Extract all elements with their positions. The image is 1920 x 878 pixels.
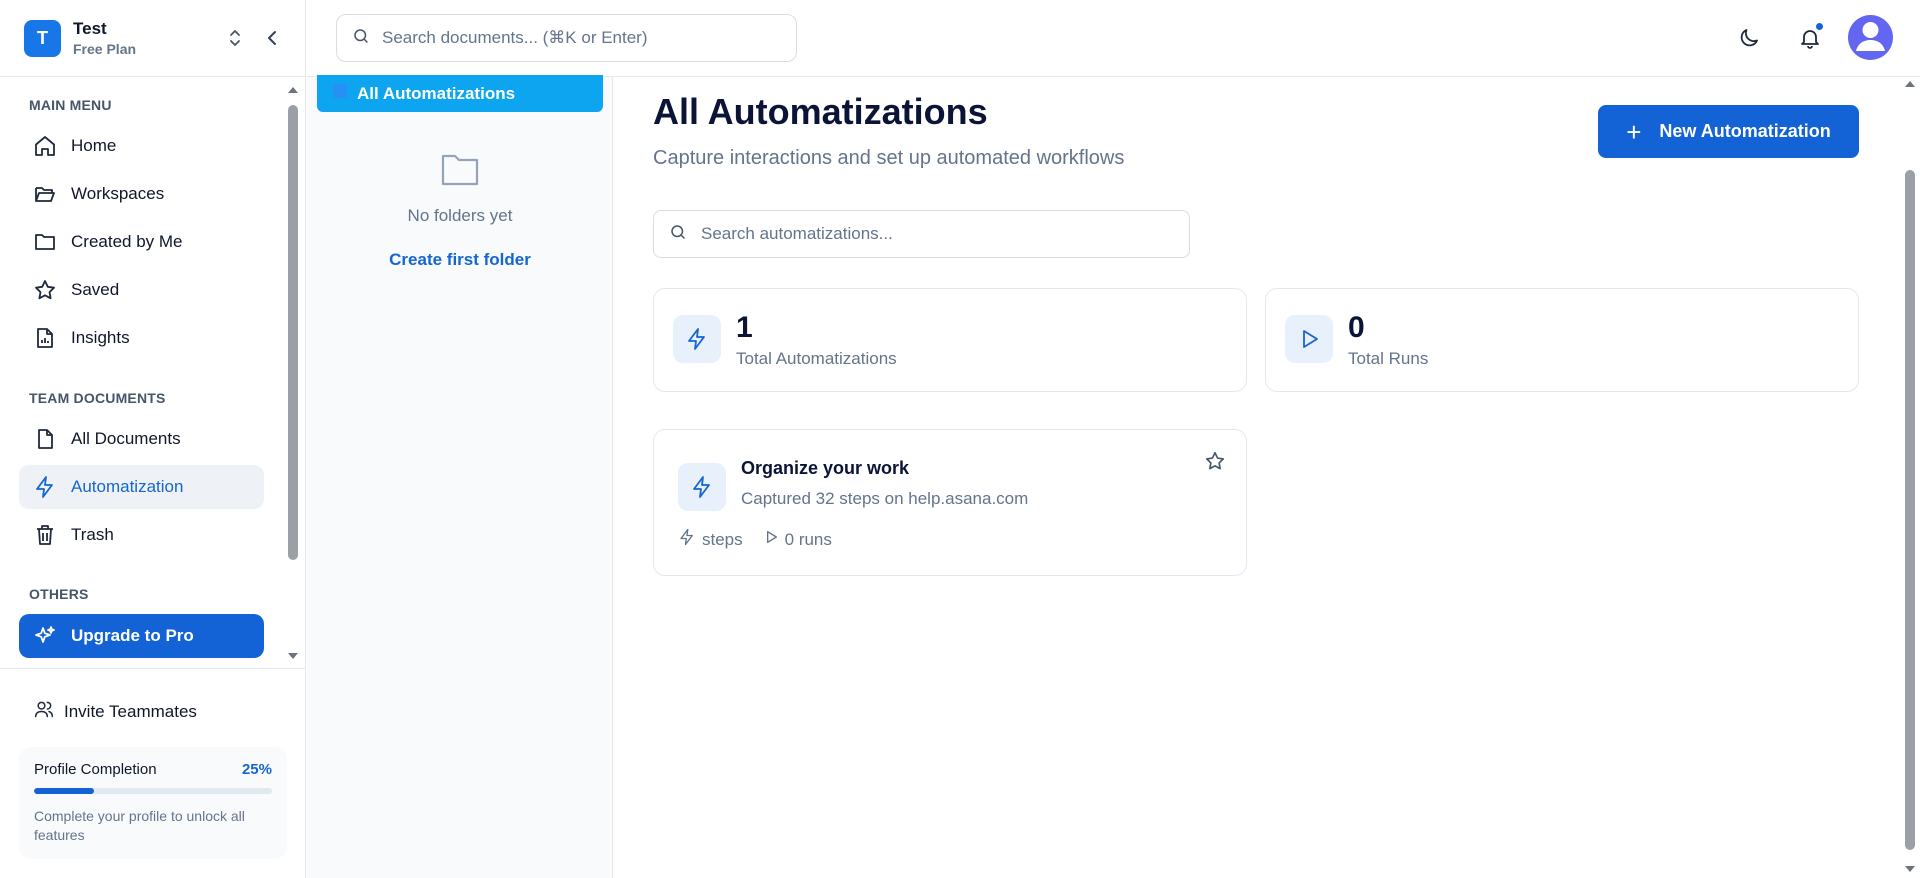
automatization-meta: steps 0 runs — [678, 528, 852, 551]
chevron-up-down-icon[interactable] — [226, 27, 244, 49]
notification-dot — [1815, 22, 1824, 31]
sidebar-scrollbar-thumb[interactable] — [288, 105, 298, 560]
workspace-header[interactable]: T Test Free Plan — [0, 0, 305, 77]
workspace-name: Test — [73, 19, 107, 38]
steps-label: steps — [702, 529, 743, 549]
top-bar — [307, 0, 1920, 77]
main-scrollbar-thumb[interactable] — [1905, 170, 1915, 850]
document-search-input[interactable] — [382, 28, 782, 48]
workspace-avatar: T — [24, 19, 61, 57]
main-content: All Automatizations Capture interactions… — [614, 77, 1900, 878]
sidebar-item-saved[interactable]: Saved — [19, 268, 264, 312]
runs-meta: 0 runs — [763, 529, 832, 550]
chevron-left-icon[interactable] — [264, 28, 282, 48]
profile-completion-card[interactable]: Profile Completion 25% Complete your pro… — [19, 747, 287, 859]
upgrade-to-pro-button[interactable]: Upgrade to Pro — [19, 614, 264, 658]
folder-icon — [33, 230, 57, 254]
sidebar-item-label: All Documents — [71, 429, 181, 448]
sidebar-item-label: Home — [71, 136, 117, 155]
stat-value: 0 — [1348, 311, 1365, 344]
profile-completion-header: Profile Completion 25% — [34, 761, 272, 778]
file-icon — [33, 427, 57, 451]
sidebar-item-label: Insights — [71, 328, 130, 347]
document-chart-icon — [33, 326, 57, 350]
folder-icon — [441, 154, 479, 191]
users-icon — [34, 699, 54, 724]
sidebar-nav: MAIN MENU Home Workspaces Created by Me … — [0, 78, 306, 668]
profile-completion-percent: 25% — [241, 761, 272, 778]
stat-card-total-automatizations: 1 Total Automatizations — [653, 288, 1247, 392]
folder-item-label: All Automatizations — [357, 83, 516, 103]
sidebar-item-label: Saved — [71, 280, 120, 299]
stat-value: 1 — [736, 311, 753, 344]
play-icon — [763, 529, 779, 550]
lightning-icon — [673, 315, 721, 363]
sidebar-item-trash[interactable]: Trash — [19, 513, 264, 557]
automatization-title: Organize your work — [741, 458, 910, 478]
sidebar-item-home[interactable]: Home — [19, 124, 264, 168]
moon-icon[interactable] — [1735, 24, 1763, 52]
stat-card-total-runs: 0 Total Runs — [1265, 288, 1859, 392]
runs-label: 0 runs — [784, 529, 832, 549]
sidebar-item-insights[interactable]: Insights — [19, 316, 264, 360]
section-label-team-documents: TEAM DOCUMENTS — [29, 390, 166, 406]
workspace-plan: Free Plan — [73, 41, 137, 57]
profile-progress-bar — [34, 788, 272, 794]
automatization-card[interactable]: Organize your work Captured 32 steps on … — [653, 429, 1247, 576]
search-icon — [352, 27, 370, 50]
folder-item-all-automatizations[interactable]: All Automatizations — [317, 75, 603, 112]
automatization-description: Captured 32 steps on help.asana.com — [741, 489, 1029, 508]
profile-completion-title: Profile Completion — [34, 761, 157, 778]
plus-icon: + — [1626, 116, 1642, 147]
document-search[interactable] — [336, 14, 797, 62]
sidebar: T Test Free Plan MAIN MENU Home Workspac… — [0, 0, 306, 878]
steps-meta: steps — [678, 528, 743, 551]
no-folders-text: No folders yet — [407, 206, 513, 225]
folder-panel: All Automatizations No folders yet Creat… — [307, 75, 613, 878]
search-icon — [669, 223, 687, 246]
user-icon — [1848, 15, 1893, 60]
folder-empty-state: No folders yet Create first folder — [307, 153, 613, 270]
sidebar-item-label: Created by Me — [71, 232, 183, 251]
stat-label: Total Runs — [1348, 349, 1429, 368]
sidebar-item-label: Automatization — [71, 477, 184, 496]
page-subtitle: Capture interactions and set up automate… — [653, 147, 1125, 169]
profile-completion-description: Complete your profile to unlock all feat… — [34, 808, 245, 843]
invite-teammates-button[interactable]: Invite Teammates — [34, 699, 197, 724]
new-automatization-label: New Automatization — [1659, 121, 1831, 141]
lightning-icon — [678, 463, 726, 511]
lightning-icon — [678, 528, 696, 551]
section-label-others: OTHERS — [29, 586, 89, 602]
lightning-icon — [33, 475, 57, 499]
section-label-main-menu: MAIN MENU — [29, 97, 112, 113]
app-root: T Test Free Plan MAIN MENU Home Workspac… — [0, 0, 1920, 878]
new-automatization-button[interactable]: + New Automatization — [1598, 105, 1859, 158]
star-icon[interactable] — [1204, 450, 1228, 474]
sidebar-item-label: Workspaces — [71, 184, 165, 203]
sparkles-icon — [33, 624, 57, 648]
folder-icon — [333, 84, 347, 103]
star-icon — [33, 278, 57, 302]
workspace-info: Test Free Plan — [73, 19, 136, 57]
profile-progress-fill — [34, 788, 94, 794]
sidebar-item-label: Upgrade to Pro — [71, 626, 194, 645]
folder-open-icon — [33, 182, 57, 206]
sidebar-item-automatization[interactable]: Automatization — [19, 465, 264, 509]
user-avatar[interactable] — [1848, 15, 1893, 60]
automatization-search-input[interactable] — [701, 224, 1181, 244]
trash-icon — [33, 523, 57, 547]
sidebar-footer: Invite Teammates Profile Completion 25% … — [0, 668, 306, 878]
sidebar-item-all-documents[interactable]: All Documents — [19, 417, 264, 461]
invite-teammates-label: Invite Teammates — [64, 701, 197, 721]
sidebar-item-label: Trash — [71, 525, 114, 544]
sidebar-item-created-by-me[interactable]: Created by Me — [19, 220, 264, 264]
stat-label: Total Automatizations — [736, 349, 897, 368]
page-title: All Automatizations — [653, 91, 988, 132]
automatization-search[interactable] — [653, 210, 1190, 258]
sidebar-item-workspaces[interactable]: Workspaces — [19, 172, 264, 216]
home-icon — [33, 134, 57, 158]
bell-icon[interactable] — [1796, 22, 1824, 52]
play-icon — [1285, 315, 1333, 363]
create-first-folder-link[interactable]: Create first folder — [389, 250, 531, 270]
